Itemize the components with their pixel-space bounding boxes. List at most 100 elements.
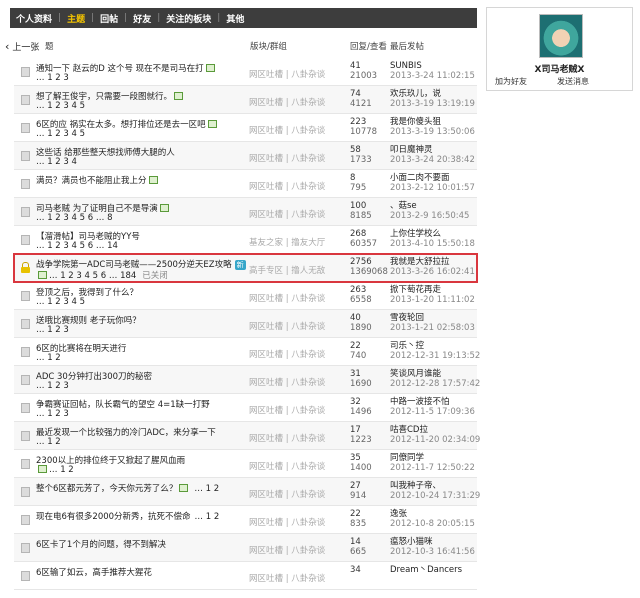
- table-row[interactable]: 这些话 给那些整天想找师傅大腿的人… 1 2 3 4 网区吐槽 | 八卦杂谈 58 1…: [14, 142, 477, 170]
- last-post-user[interactable]: 掀下萄花再走: [390, 285, 475, 295]
- page-links[interactable]: … 1 2: [194, 484, 219, 494]
- back-button[interactable]: ‹ 上一张: [5, 40, 39, 53]
- last-post-user[interactable]: Dream丶Dancers: [390, 565, 462, 575]
- last-post-time[interactable]: 2013-2-12 10:01:57: [390, 183, 475, 193]
- page-links[interactable]: … 1 2 3: [36, 73, 69, 83]
- table-row[interactable]: 战争学院第一ADC司马老贼——2500分逆天EZ攻略新… 1 2 3 4 5 6…: [13, 253, 478, 283]
- table-row[interactable]: 6区卡了1个月的问题，得不到解决 网区吐槽 | 八卦杂谈 14 665 瘟怒小猫咪 201…: [14, 534, 477, 562]
- nav-item[interactable]: 个人资料: [10, 12, 58, 25]
- forum-link[interactable]: 网区吐槽 | 八卦杂谈: [249, 320, 325, 332]
- last-post-user[interactable]: 欢乐玖儿，说: [390, 89, 475, 99]
- thread-title[interactable]: 6区输了如云，高手推荐大猩花: [36, 568, 152, 578]
- forum-link[interactable]: 网区吐槽 | 八卦杂谈: [249, 432, 325, 444]
- send-message-link[interactable]: 发送消息: [557, 76, 589, 87]
- last-post-time[interactable]: 2013-3-24 20:38:42: [390, 155, 475, 165]
- nav-item[interactable]: 关注的板块: [160, 12, 217, 25]
- forum-link[interactable]: 网区吐槽 | 八卦杂谈: [249, 488, 325, 500]
- thread-title[interactable]: 整个6区都元芳了，今天你元芳了么？: [36, 484, 177, 494]
- page-links[interactable]: … 1 2 3 4 5 6 … 184: [49, 271, 136, 281]
- last-post-user[interactable]: 中路一波接不怕: [390, 397, 475, 407]
- last-post-time[interactable]: 2012-10-3 16:41:56: [390, 547, 475, 557]
- last-post-time[interactable]: 2013-4-10 15:50:18: [390, 239, 475, 249]
- thread-title[interactable]: 最近发现一个比较强力的冷门ADC，来分享一下: [36, 428, 216, 438]
- page-links[interactable]: … 1 2 3 4: [36, 157, 77, 167]
- last-post-time[interactable]: 2012-11-5 17:09:36: [390, 407, 475, 417]
- last-post-user[interactable]: 我是你傻头狙: [390, 117, 475, 127]
- forum-link[interactable]: 网区吐槽 | 八卦杂谈: [249, 460, 325, 472]
- forum-link[interactable]: 网区吐槽 | 八卦杂谈: [249, 152, 325, 164]
- last-post-user[interactable]: 笑谈风月谁能: [390, 369, 480, 379]
- forum-link[interactable]: 高手专区 | 撸人无敌: [249, 264, 325, 276]
- table-row[interactable]: 争霸赛证回帖，队长霸气的望空 4=1缺一打野… 1 2 3 网区吐槽 | 八卦杂谈…: [14, 394, 477, 422]
- last-post-user[interactable]: 小面二肉不要面: [390, 173, 475, 183]
- last-post-user[interactable]: 雪夜轮回: [390, 313, 475, 323]
- last-post-time[interactable]: 2013-3-19 13:50:06: [390, 127, 475, 137]
- forum-link[interactable]: 网区吐槽 | 八卦杂谈: [249, 544, 325, 556]
- table-row[interactable]: 通知一下 赵云的D 这个号 现在不是司马在打… 1 2 3 网区吐槽 | 八卦杂谈…: [14, 58, 477, 86]
- last-post-time[interactable]: 2013-1-21 02:58:03: [390, 323, 475, 333]
- last-post-time[interactable]: 2013-3-24 11:02:15: [390, 71, 475, 81]
- last-post-time[interactable]: 2013-2-9 16:50:45: [390, 211, 469, 221]
- table-row[interactable]: 送哦比赛规则 老子玩你吗？… 1 2 3 网区吐槽 | 八卦杂谈 40 1890 雪夜轮…: [14, 310, 477, 338]
- last-post-time[interactable]: 2013-3-19 13:19:19: [390, 99, 475, 109]
- last-post-time[interactable]: 2012-12-31 19:13:52: [390, 351, 480, 361]
- forum-link[interactable]: 网区吐槽 | 八卦杂谈: [249, 96, 325, 108]
- page-links[interactable]: … 1 2 3: [36, 381, 69, 391]
- table-row[interactable]: 满员？满员也不能阻止我上分 网区吐槽 | 八卦杂谈 8 795 小面二肉不要面 2013-…: [14, 170, 477, 198]
- forum-link[interactable]: 网区吐槽 | 八卦杂谈: [249, 516, 325, 528]
- last-post-user[interactable]: SUNBIS: [390, 61, 475, 71]
- last-post-time[interactable]: 2012-11-20 02:34:09: [390, 435, 480, 445]
- table-row[interactable]: 【溜滑帖】司马老贼的YY号… 1 2 3 4 5 6 … 14 基友之家 | 撸友…: [14, 226, 477, 254]
- table-row[interactable]: 想了解王俊宇，只需要一段图就行。… 1 2 3 4 5 网区吐槽 | 八卦杂谈 74…: [14, 86, 477, 114]
- last-post-user[interactable]: 叩日魔神灵: [390, 145, 475, 155]
- forum-link[interactable]: 网区吐槽 | 八卦杂谈: [249, 404, 325, 416]
- page-links[interactable]: … 1 2 3 4 5: [36, 297, 85, 307]
- last-post-user[interactable]: 司乐丶控: [390, 341, 480, 351]
- avatar[interactable]: [539, 14, 583, 58]
- last-post-user[interactable]: 我就是大舒拉拉: [390, 257, 475, 267]
- forum-link[interactable]: 基友之家 | 撸友大厅: [249, 236, 325, 248]
- last-post-user[interactable]: 上你住学校么: [390, 229, 475, 239]
- table-row[interactable]: 司马老贼 为了证明自己不是导演… 1 2 3 4 5 6 … 8 网区吐槽 | 八…: [14, 198, 477, 226]
- last-post-time[interactable]: 2013-1-20 11:11:02: [390, 295, 475, 305]
- table-row[interactable]: 整个6区都元芳了，今天你元芳了么？ … 1 2 网区吐槽 | 八卦杂谈 27 914 叫我…: [14, 478, 480, 506]
- add-friend-link[interactable]: 加为好友: [495, 76, 527, 87]
- page-links[interactable]: … 1 2: [36, 437, 61, 447]
- table-row[interactable]: 6区的比赛将在明天进行… 1 2 网区吐槽 | 八卦杂谈 22 740 司乐丶控 2012…: [14, 338, 480, 366]
- thread-title[interactable]: 现在电6有很多2000分新秀，抗死不偿命: [36, 512, 191, 522]
- table-row[interactable]: 2300以上的排位终于又掀起了腥风血雨… 1 2 网区吐槽 | 八卦杂谈 35 140…: [14, 450, 477, 478]
- last-post-user[interactable]: 同僚同学: [390, 453, 475, 463]
- last-post-user[interactable]: 、菇se: [390, 201, 469, 211]
- table-row[interactable]: 6区输了如云，高手推荐大猩花 网区吐槽 | 八卦杂谈 34 Dream丶Dancers: [14, 562, 477, 590]
- page-links[interactable]: … 1 2: [36, 353, 61, 363]
- page-links[interactable]: … 1 2 3 4 5: [36, 129, 85, 139]
- forum-link[interactable]: 网区吐槽 | 八卦杂谈: [249, 376, 325, 388]
- last-post-time[interactable]: 2012-12-28 17:57:42: [390, 379, 480, 389]
- table-row[interactable]: 最近发现一个比较强力的冷门ADC，来分享一下… 1 2 网区吐槽 | 八卦杂谈 17…: [14, 422, 480, 450]
- forum-link[interactable]: 网区吐槽 | 八卦杂谈: [249, 208, 325, 220]
- forum-link[interactable]: 网区吐槽 | 八卦杂谈: [249, 68, 325, 80]
- nav-item[interactable]: 好友: [127, 12, 157, 25]
- forum-link[interactable]: 网区吐槽 | 八卦杂谈: [249, 292, 325, 304]
- thread-title[interactable]: 满员？满员也不能阻止我上分: [36, 176, 147, 186]
- forum-link[interactable]: 网区吐槽 | 八卦杂谈: [249, 348, 325, 360]
- nav-item[interactable]: 主题: [61, 12, 91, 25]
- page-links[interactable]: … 1 2 3 4 5 6 … 8: [36, 213, 112, 223]
- last-post-time[interactable]: 2012-10-24 17:31:29: [390, 491, 480, 501]
- forum-link[interactable]: 网区吐槽 | 八卦杂谈: [249, 180, 325, 192]
- page-links[interactable]: … 1 2 3 4 5 6 … 14: [36, 241, 118, 251]
- last-post-user[interactable]: 叫我种子帝、: [390, 481, 480, 491]
- forum-link[interactable]: 网区吐槽 | 八卦杂谈: [249, 124, 325, 136]
- page-links[interactable]: … 1 2: [49, 465, 74, 475]
- last-post-time[interactable]: 2013-3-26 16:02:41: [390, 267, 475, 277]
- last-post-user[interactable]: 咕喜CD拉: [390, 425, 480, 435]
- page-links[interactable]: … 1 2 3: [36, 325, 69, 335]
- table-row[interactable]: ADC 30分钟打出300刀的秘密… 1 2 3 网区吐槽 | 八卦杂谈 31 169…: [14, 366, 480, 394]
- page-links[interactable]: … 1 2: [195, 512, 220, 522]
- table-row[interactable]: 登顶之后，我得到了什么？… 1 2 3 4 5 网区吐槽 | 八卦杂谈 263 655…: [14, 282, 477, 310]
- last-post-user[interactable]: 逸张: [390, 509, 475, 519]
- last-post-user[interactable]: 瘟怒小猫咪: [390, 537, 475, 547]
- username[interactable]: X司马老贼X: [487, 62, 632, 75]
- table-row[interactable]: 6区的应 祸实在太多。想打排位还是去一区吧… 1 2 3 4 5 网区吐槽 | 八…: [14, 114, 477, 142]
- thread-title[interactable]: 6区卡了1个月的问题，得不到解决: [36, 540, 166, 550]
